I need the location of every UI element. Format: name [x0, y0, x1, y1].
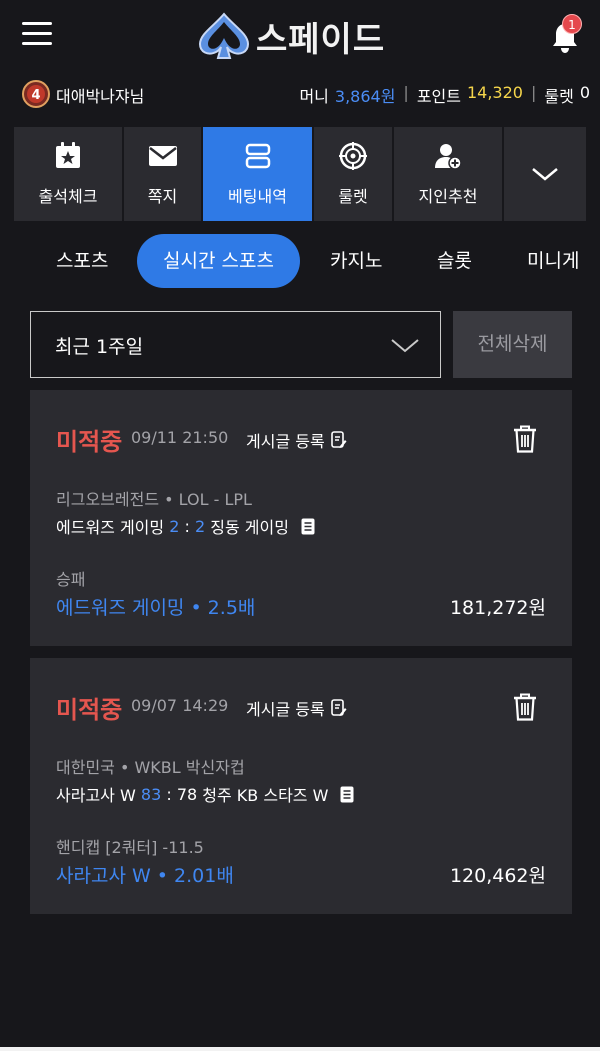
period-select-value: 최근 1주일: [55, 336, 144, 358]
away-score: 2: [195, 516, 206, 536]
roulette-icon: [339, 142, 367, 170]
document-icon[interactable]: [301, 518, 315, 535]
bet-market: 승패: [56, 570, 86, 589]
score-separator: :: [184, 516, 190, 536]
period-select[interactable]: 최근 1주일: [30, 311, 441, 378]
delete-all-button[interactable]: 전체삭제: [453, 311, 572, 378]
point-value: 14,320: [466, 83, 523, 102]
logo-text: 스페이드: [256, 19, 386, 60]
bet-pick: 에드워즈 게이밍 • 2.5배: [56, 597, 256, 619]
home-team: 에드워즈 게이밍: [56, 518, 165, 537]
money-value: 3,864원: [334, 87, 396, 106]
bet-card: 미적중 09/07 14:29 게시글 등록 대한민국 • WKBL 박신자컵 …: [30, 658, 572, 914]
quick-menu-label: 쪽지: [147, 187, 178, 206]
tab-live-sports[interactable]: 실시간 스포츠: [137, 234, 300, 288]
balance-stats: 머니 3,864원 | 포인트 14,320 | 룰렛 0: [299, 83, 590, 107]
quick-menu-label: 베팅내역: [228, 187, 287, 206]
score-separator: :: [166, 784, 172, 804]
bet-market: 핸디캡 [2쿼터] -11.5: [56, 838, 204, 857]
tab-casino[interactable]: 카지노: [330, 234, 382, 288]
tab-slot[interactable]: 슬롯: [437, 234, 472, 288]
notification-badge: 1: [562, 14, 582, 34]
home-score: 2: [169, 516, 180, 536]
quick-menu-roulette[interactable]: 룰렛: [314, 127, 392, 221]
top-header: 스페이드 1: [0, 0, 600, 72]
quick-menu-label: 룰렛: [338, 187, 368, 206]
site-logo[interactable]: 스페이드: [196, 12, 385, 60]
point-label: 포인트: [416, 87, 461, 106]
bet-league: 리그오브레전드 • LOL - LPL: [56, 490, 252, 509]
quick-menu-attendance[interactable]: 출석체크: [14, 127, 122, 221]
edit-document-icon: [330, 699, 347, 716]
quick-menu-label: 지인추천: [418, 187, 478, 206]
roulette-label: 룰렛: [544, 87, 574, 106]
post-register-link[interactable]: 게시글 등록: [246, 696, 347, 720]
bet-match: 에드워즈 게이밍 2 : 2 징동 게이밍: [56, 514, 315, 538]
money-label: 머니: [299, 87, 329, 106]
bet-pick: 사라고사 W • 2.01배: [56, 865, 234, 887]
quick-menu-messages[interactable]: 쪽지: [124, 127, 201, 221]
spade-logo-icon: [198, 12, 250, 59]
quick-menu-bet-history[interactable]: 베팅내역: [203, 127, 312, 221]
tab-minigame[interactable]: 미니게: [527, 234, 579, 288]
notification-bell-icon[interactable]: 1: [548, 14, 582, 54]
divider: |: [403, 83, 409, 102]
document-icon[interactable]: [340, 786, 354, 803]
away-team: 징동 게이밍: [210, 518, 289, 537]
roulette-value: 0: [579, 83, 590, 102]
home-score: 83: [140, 784, 162, 804]
tab-sports[interactable]: 스포츠: [56, 234, 108, 288]
envelope-icon: [148, 146, 177, 166]
chevron-down-icon: [532, 168, 558, 181]
bet-datetime: 09/11 21:50: [131, 428, 229, 447]
bet-amount: 181,272원: [449, 597, 546, 619]
username[interactable]: 대애박나쟈님: [56, 83, 144, 107]
home-team: 사라고사 W: [56, 786, 136, 805]
bet-card: 미적중 09/11 21:50 게시글 등록 리그오브레전드 • LOL - L…: [30, 390, 572, 646]
bet-match: 사라고사 W 83 : 78 청주 KB 스타즈 W: [56, 782, 354, 806]
quick-menu-expand[interactable]: [504, 127, 586, 221]
bet-amount: 120,462원: [449, 865, 546, 887]
post-register-label: 게시글 등록: [246, 700, 325, 719]
app-root: 스페이드 1 4 대애박나쟈님 머니 3,864원 | 포인트 14,320 |…: [0, 0, 600, 1051]
quick-menu-referral[interactable]: 지인추천: [394, 127, 502, 221]
bet-status: 미적중: [56, 696, 123, 724]
bet-league: 대한민국 • WKBL 박신자컵: [56, 758, 245, 777]
chevron-down-icon: [391, 339, 419, 353]
bottom-divider: [0, 1047, 600, 1051]
calendar-star-icon: [56, 142, 80, 168]
bet-datetime: 09/07 14:29: [131, 696, 229, 715]
post-register-label: 게시글 등록: [246, 432, 325, 451]
trash-icon[interactable]: [512, 692, 538, 722]
svg-text:4: 4: [31, 88, 40, 103]
hamburger-menu-icon[interactable]: [22, 22, 52, 48]
level-badge-icon: 4: [22, 80, 50, 108]
user-info-bar: 4 대애박나쟈님 머니 3,864원 | 포인트 14,320 | 룰렛 0: [0, 78, 600, 110]
away-team: 청주 KB 스타즈 W: [202, 786, 329, 805]
add-user-icon: [435, 144, 462, 170]
quick-menu-label: 출석체크: [38, 187, 98, 206]
trash-icon[interactable]: [512, 424, 538, 454]
edit-document-icon: [330, 431, 347, 448]
quick-menu: 출석체크 쪽지 베팅내역 룰렛 지인추천: [14, 127, 586, 221]
category-tabs: 스포츠 실시간 스포츠 카지노 슬롯 미니게: [0, 230, 600, 290]
list-icon: [245, 143, 270, 169]
post-register-link[interactable]: 게시글 등록: [246, 428, 347, 452]
bet-status: 미적중: [56, 428, 123, 456]
away-score: 78: [176, 784, 198, 804]
divider: |: [530, 83, 537, 102]
